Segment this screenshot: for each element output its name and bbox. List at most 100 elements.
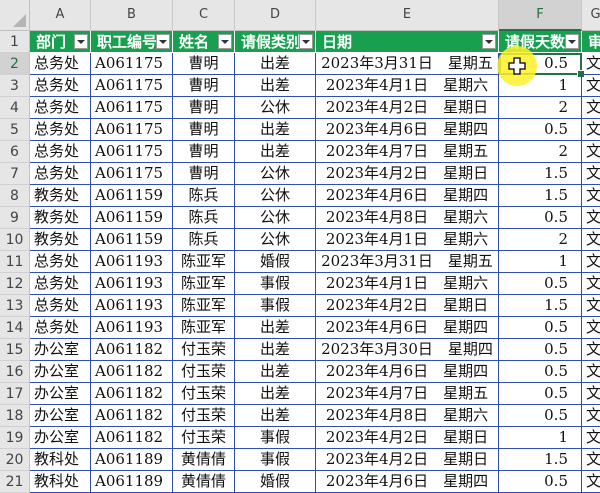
data-cell[interactable]: 出差 [235, 53, 316, 75]
data-cell[interactable]: 付玉荣 [173, 361, 235, 383]
data-cell[interactable]: 公休 [235, 97, 316, 119]
data-cell[interactable]: 2023年4月1日 星期六 [316, 229, 499, 251]
row-header-15[interactable]: 15 [0, 339, 30, 361]
data-cell[interactable]: A061193 [91, 251, 173, 273]
data-cell[interactable]: A061182 [91, 405, 173, 427]
data-cell[interactable]: 总务处 [30, 75, 91, 97]
data-cell[interactable]: 事假 [235, 295, 316, 317]
data-cell[interactable]: 文 [582, 295, 600, 317]
data-cell[interactable]: 公休 [235, 185, 316, 207]
data-cell[interactable]: 曹明 [173, 163, 235, 185]
data-cell[interactable]: 0.5 [499, 383, 582, 405]
data-cell[interactable]: 教务处 [30, 229, 91, 251]
data-cell[interactable]: 文 [582, 471, 600, 493]
data-cell[interactable]: 2023年4月2日 星期日 [316, 449, 499, 471]
row-header-16[interactable]: 16 [0, 361, 30, 383]
data-cell[interactable]: 2023年3月31日 星期五 [316, 53, 499, 75]
data-cell[interactable]: 曹明 [173, 75, 235, 97]
data-cell[interactable]: 办公室 [30, 405, 91, 427]
data-cell[interactable]: A061175 [91, 163, 173, 185]
row-header-10[interactable]: 10 [0, 229, 30, 251]
data-cell[interactable]: A061189 [91, 471, 173, 493]
filter-dropdown-icon[interactable] [482, 34, 496, 49]
data-cell[interactable]: 出差 [235, 317, 316, 339]
data-cell[interactable]: 0.5 [499, 119, 582, 141]
data-cell[interactable]: 教务处 [30, 185, 91, 207]
row-header-21[interactable]: 21 [0, 471, 30, 493]
row-header-2[interactable]: 2 [0, 53, 30, 75]
data-cell[interactable]: 总务处 [30, 317, 91, 339]
data-cell[interactable]: A061159 [91, 207, 173, 229]
data-cell[interactable]: A061175 [91, 53, 173, 75]
row-header-5[interactable]: 5 [0, 119, 30, 141]
data-cell[interactable]: 文 [582, 75, 600, 97]
data-cell[interactable]: 陈亚军 [173, 273, 235, 295]
data-cell[interactable]: 办公室 [30, 361, 91, 383]
filter-dropdown-icon[interactable] [74, 34, 88, 49]
data-cell[interactable]: A061193 [91, 317, 173, 339]
row-header-3[interactable]: 3 [0, 75, 30, 97]
column-header-e[interactable]: E [316, 0, 499, 31]
data-cell[interactable]: 文 [582, 229, 600, 251]
select-all-corner[interactable] [0, 0, 30, 31]
data-cell[interactable]: 文 [582, 383, 600, 405]
data-cell[interactable]: 2023年4月2日 星期日 [316, 163, 499, 185]
row-header-13[interactable]: 13 [0, 295, 30, 317]
data-cell[interactable]: A061159 [91, 229, 173, 251]
data-cell[interactable]: 2023年4月7日 星期五 [316, 383, 499, 405]
data-cell[interactable]: 教科处 [30, 471, 91, 493]
data-cell[interactable]: 黄倩倩 [173, 449, 235, 471]
column-header-b[interactable]: B [91, 0, 173, 31]
data-cell[interactable]: 总务处 [30, 141, 91, 163]
column-header-d[interactable]: D [235, 0, 316, 31]
data-cell[interactable]: 教务处 [30, 207, 91, 229]
data-cell[interactable]: 2023年4月2日 星期日 [316, 295, 499, 317]
data-cell[interactable]: 总务处 [30, 163, 91, 185]
data-cell[interactable]: 文 [582, 427, 600, 449]
data-cell[interactable]: 文 [582, 361, 600, 383]
data-cell[interactable]: 办公室 [30, 339, 91, 361]
data-cell[interactable]: 教科处 [30, 449, 91, 471]
data-cell[interactable]: A061175 [91, 75, 173, 97]
data-cell[interactable]: 2023年4月2日 星期日 [316, 97, 499, 119]
data-cell[interactable]: 2023年3月30日 星期四 [316, 339, 499, 361]
data-cell[interactable]: 婚假 [235, 471, 316, 493]
data-cell[interactable]: A061175 [91, 97, 173, 119]
data-cell[interactable]: 曹明 [173, 97, 235, 119]
data-cell[interactable]: 出差 [235, 383, 316, 405]
data-cell[interactable]: A061159 [91, 185, 173, 207]
data-cell[interactable]: 办公室 [30, 383, 91, 405]
data-cell[interactable]: 文 [582, 141, 600, 163]
data-cell[interactable]: 文 [582, 317, 600, 339]
column-header-c[interactable]: C [173, 0, 235, 31]
data-cell[interactable]: 文 [582, 251, 600, 273]
data-cell[interactable]: 1.5 [499, 185, 582, 207]
data-cell[interactable]: 总务处 [30, 97, 91, 119]
data-cell[interactable]: 出差 [235, 405, 316, 427]
row-header-7[interactable]: 7 [0, 163, 30, 185]
data-cell[interactable]: 0.5 [499, 471, 582, 493]
data-cell[interactable]: 事假 [235, 427, 316, 449]
data-cell[interactable]: 付玉荣 [173, 427, 235, 449]
data-cell[interactable]: 2023年4月6日 星期四 [316, 119, 499, 141]
data-cell[interactable]: 2 [499, 141, 582, 163]
data-cell[interactable]: A061175 [91, 119, 173, 141]
data-cell[interactable]: 文 [582, 53, 600, 75]
data-cell[interactable]: 1 [499, 251, 582, 273]
row-header-11[interactable]: 11 [0, 251, 30, 273]
data-cell[interactable]: 总务处 [30, 295, 91, 317]
row-header-20[interactable]: 20 [0, 449, 30, 471]
data-cell[interactable]: 总务处 [30, 53, 91, 75]
data-cell[interactable]: A061182 [91, 427, 173, 449]
data-cell[interactable]: 2023年4月6日 星期四 [316, 471, 499, 493]
row-header-12[interactable]: 12 [0, 273, 30, 295]
data-cell[interactable]: 黄倩倩 [173, 471, 235, 493]
data-cell[interactable]: 公休 [235, 207, 316, 229]
data-cell[interactable]: 出差 [235, 361, 316, 383]
column-header-f[interactable]: F [499, 0, 582, 31]
filter-dropdown-icon[interactable] [299, 34, 313, 49]
row-header-14[interactable]: 14 [0, 317, 30, 339]
data-cell[interactable]: 1 [499, 427, 582, 449]
data-cell[interactable]: 2023年4月6日 星期四 [316, 361, 499, 383]
data-cell[interactable]: 文 [582, 119, 600, 141]
